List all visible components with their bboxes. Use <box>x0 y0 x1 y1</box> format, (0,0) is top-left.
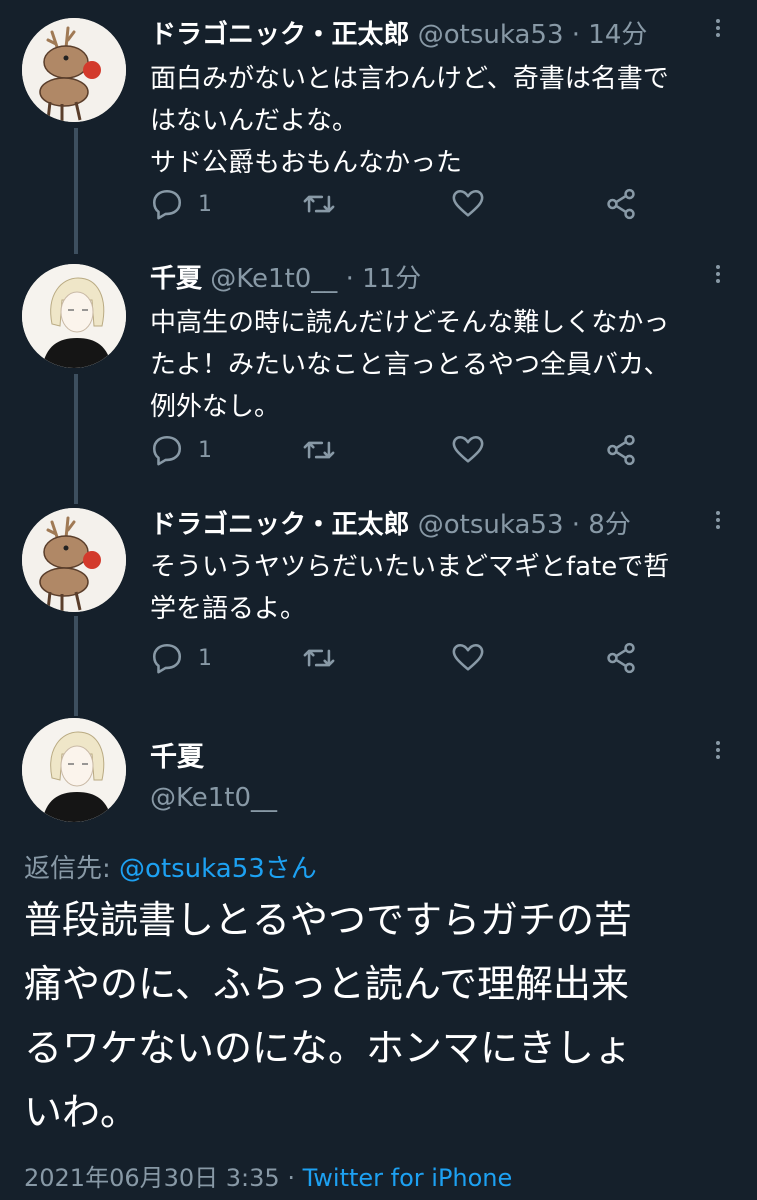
meta-separator: · <box>563 20 589 50</box>
meta-separator: · <box>563 510 589 540</box>
retweet-button[interactable] <box>302 430 336 470</box>
reply-to-prefix: 返信先: <box>24 854 120 884</box>
tweet-line: たよ！みたいなこと言っとるやつ全員バカ、 <box>150 350 670 380</box>
avatar-reindeer[interactable] <box>22 508 126 612</box>
reply-icon <box>152 643 182 674</box>
reply-icon <box>152 435 182 466</box>
girl-avatar-image <box>22 718 126 822</box>
heart-icon <box>452 643 484 671</box>
reply-count: 1 <box>198 437 212 463</box>
author-handle[interactable]: @otsuka53 <box>418 510 564 540</box>
like-button[interactable] <box>451 430 485 470</box>
like-button[interactable] <box>451 184 485 224</box>
main-tweet-line: 痛やのに、ふらっと読んで理解出来 <box>24 962 629 1006</box>
thread-line <box>74 616 78 716</box>
reply-to-line: 返信先: @otsuka53さん <box>24 848 317 885</box>
main-tweet-line: るワケないのにな。ホンマにきしょ <box>24 1026 633 1070</box>
tweet-text: 中高生の時に読んだけどそんな難しくなかっ たよ！みたいなこと言っとるやつ全員バカ… <box>150 302 720 428</box>
tweet-line: 面白みがないとは言わんけど、奇書は名書で <box>150 64 669 94</box>
reply-button[interactable]: 1 <box>150 638 212 678</box>
thread-line <box>74 374 78 504</box>
more-vert-icon[interactable] <box>706 738 730 766</box>
tweet-time[interactable]: 14分 <box>588 20 647 50</box>
main-tweet-line: いわ。 <box>24 1090 139 1134</box>
author-name[interactable]: ドラゴニック・正太郎 <box>150 20 409 50</box>
author-name[interactable]: ドラゴニック・正太郎 <box>150 510 409 540</box>
tweet-actions: 1 <box>150 430 710 470</box>
tweet-line: そういうヤツらだいたいまどマギとfateで哲 <box>150 552 670 582</box>
tweet-header: ドラゴニック・正太郎 @otsuka53 · 8分 <box>150 508 631 542</box>
tweet-footer: 2021年06月30日 3:35 · Twitter for iPhone <box>24 1158 512 1193</box>
retweet-button[interactable] <box>302 184 336 224</box>
tweet-text: 面白みがないとは言わんけど、奇書は名書で はないんだよな。 サド公爵もおもんなか… <box>150 58 720 184</box>
tweet-line: はないんだよな。 <box>150 106 359 136</box>
share-icon <box>607 188 635 220</box>
author-handle[interactable]: @Ke1t0__ <box>210 264 337 294</box>
avatar-girl[interactable] <box>22 718 126 822</box>
thread-line <box>74 128 78 254</box>
heart-icon <box>452 435 484 463</box>
tweet-date[interactable]: 2021年06月30日 3:35 <box>24 1164 280 1192</box>
share-button[interactable] <box>604 638 638 678</box>
avatar-girl[interactable] <box>22 264 126 368</box>
more-vert-icon[interactable] <box>706 508 730 536</box>
share-icon <box>607 642 635 674</box>
main-author-name[interactable]: 千夏 <box>150 735 204 774</box>
reply-count: 1 <box>198 645 212 671</box>
main-tweet-line: 普段読書しとるやつですらガチの苦 <box>24 898 633 942</box>
retweet-icon <box>303 649 335 667</box>
reindeer-avatar-image <box>22 18 126 122</box>
reply-count: 1 <box>198 191 212 217</box>
author-name[interactable]: 千夏 <box>150 264 202 294</box>
girl-avatar-image <box>22 264 126 368</box>
tweet-line: 例外なし。 <box>150 392 281 422</box>
tweet-text: そういうヤツらだいたいまどマギとfateで哲 学を語るよ。 <box>150 546 720 630</box>
reply-icon <box>152 189 182 220</box>
tweet-line: 学を語るよ。 <box>150 594 307 624</box>
reply-to-link[interactable]: @otsuka53さん <box>119 854 317 884</box>
heart-icon <box>452 189 484 217</box>
tweet-time[interactable]: 8分 <box>588 510 631 540</box>
share-button[interactable] <box>604 430 638 470</box>
more-vert-icon[interactable] <box>706 262 730 290</box>
author-handle[interactable]: @otsuka53 <box>418 20 564 50</box>
meta-separator: · <box>337 264 363 294</box>
more-vert-icon[interactable] <box>706 16 730 44</box>
main-tweet-text: 普段読書しとるやつですらガチの苦 痛やのに、ふらっと読んで理解出来 るワケないの… <box>24 888 744 1144</box>
tweet-actions: 1 <box>150 638 710 678</box>
tweet-source[interactable]: Twitter for iPhone <box>303 1164 513 1192</box>
retweet-icon <box>303 441 335 459</box>
retweet-icon <box>303 195 335 213</box>
main-author-handle[interactable]: @Ke1t0__ <box>150 783 277 813</box>
avatar-reindeer[interactable] <box>22 18 126 122</box>
tweet-header: 千夏 @Ke1t0__ · 11分 <box>150 262 421 296</box>
like-button[interactable] <box>451 638 485 678</box>
tweet-actions: 1 <box>150 184 710 224</box>
tweet-line: サド公爵もおもんなかった <box>150 148 463 178</box>
share-button[interactable] <box>604 184 638 224</box>
retweet-button[interactable] <box>302 638 336 678</box>
tweet-header: ドラゴニック・正太郎 @otsuka53 · 14分 <box>150 18 647 52</box>
reply-button[interactable]: 1 <box>150 184 212 224</box>
share-icon <box>607 434 635 466</box>
tweet-line: 中高生の時に読んだけどそんな難しくなかっ <box>150 308 670 338</box>
footer-separator: · <box>279 1164 303 1192</box>
tweet-time[interactable]: 11分 <box>362 264 421 294</box>
reindeer-avatar-image <box>22 508 126 612</box>
reply-button[interactable]: 1 <box>150 430 212 470</box>
